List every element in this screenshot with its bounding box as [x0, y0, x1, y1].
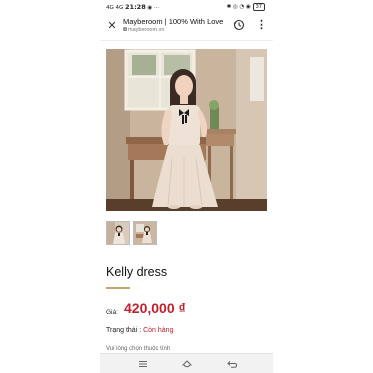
close-icon[interactable]: ✕ [105, 19, 119, 33]
url-text: mayberoom.vn [123, 27, 164, 33]
stock-status: Trạng thái : Còn hàng [106, 327, 173, 334]
history-icon[interactable] [233, 19, 245, 31]
menu-dots-icon[interactable]: ⋮ [256, 18, 267, 32]
page-title: Mayberoom | 100% With Love [123, 17, 224, 26]
status-value: Còn hàng [143, 327, 174, 334]
browser-toolbar: ✕ Mayberoom | 100% With Love mayberoom.v… [100, 14, 273, 41]
status-label: Trạng thái : [106, 327, 142, 334]
title-divider [106, 287, 130, 289]
select-attribute-hint: Vui lòng chọn thuộc tính [106, 346, 171, 352]
lock-icon [123, 27, 127, 31]
phone-screen: 4G 4G 21:28 ◉ ··· ✱ ◎ ◔ ◉ 37 ✕ Mayberoom… [100, 0, 273, 373]
thumbnail-1[interactable] [106, 221, 130, 245]
nav-back-icon[interactable] [226, 358, 238, 370]
nav-menu-icon[interactable] [137, 358, 149, 370]
product-price: 420,000 ₫ [124, 300, 186, 316]
signal-text: 4G 4G [106, 5, 124, 11]
product-main-image[interactable] [106, 49, 267, 211]
status-time: 21:28 [125, 3, 146, 11]
nav-home-icon[interactable] [181, 358, 193, 370]
status-bar: 4G 4G 21:28 ◉ ··· ✱ ◎ ◔ ◉ 37 [100, 0, 273, 14]
battery-icon: 37 [252, 3, 265, 11]
product-photo [106, 49, 267, 211]
price-label: Giá: [106, 309, 118, 316]
system-nav-bar [100, 353, 273, 373]
product-title: Kelly dress [106, 265, 168, 279]
status-icons: ✱ ◎ ◔ ◉ [226, 4, 251, 10]
thumbnail-2[interactable] [133, 221, 157, 245]
